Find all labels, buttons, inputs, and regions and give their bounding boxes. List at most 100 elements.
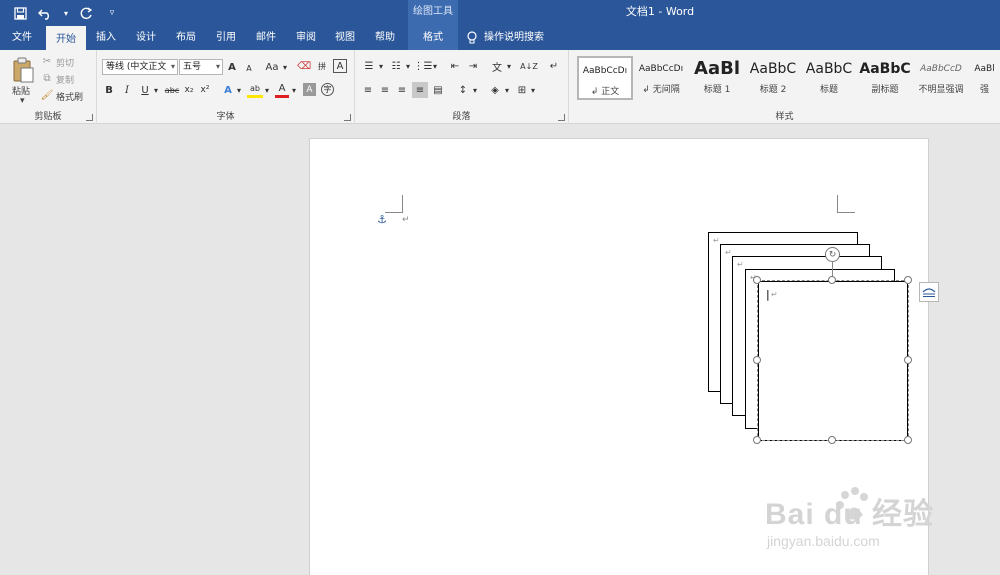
clear-formatting-icon[interactable]: ⌫ — [297, 59, 311, 73]
tab-file[interactable]: 文件 — [0, 26, 44, 50]
align-center-icon[interactable]: ≡ — [378, 83, 392, 97]
style-normal[interactable]: AaBbCcDı ↲ 正文 — [577, 56, 633, 100]
save-icon[interactable] — [10, 3, 30, 23]
numbering-dropdown-icon[interactable]: ▾ — [404, 59, 412, 73]
tab-format[interactable]: 格式 — [408, 26, 458, 50]
change-case-dropdown-icon[interactable]: ▾ — [281, 60, 289, 74]
text-effects-icon[interactable]: A — [221, 82, 235, 98]
style-subtitle-preview: AaBbC — [859, 61, 911, 77]
resize-handle-bottom-left[interactable] — [753, 436, 761, 444]
copy-icon[interactable]: ⧉ — [40, 72, 54, 84]
font-launcher-icon[interactable] — [344, 114, 351, 121]
align-left-icon[interactable]: ≡ — [361, 83, 375, 97]
grow-font-icon[interactable]: A — [225, 60, 239, 74]
undo-icon[interactable] — [36, 3, 56, 23]
document-title: 文档1 - Word — [625, 5, 695, 18]
bullets-icon[interactable]: ☰ — [361, 59, 377, 73]
tab-mailings[interactable]: 邮件 — [248, 26, 284, 50]
shading-dropdown-icon[interactable]: ▾ — [503, 83, 511, 97]
enclose-characters-icon[interactable]: 字 — [321, 83, 334, 96]
cut-icon[interactable]: ✂ — [40, 55, 54, 67]
increase-indent-icon[interactable]: ⇥ — [465, 59, 481, 73]
cut-label[interactable]: 剪切 — [56, 56, 74, 69]
borders-icon[interactable]: ⊞ — [515, 83, 529, 97]
tab-view[interactable]: 视图 — [327, 26, 363, 50]
show-formatting-icon[interactable]: ↵ — [547, 59, 561, 73]
tab-review[interactable]: 审阅 — [288, 26, 324, 50]
format-painter-label[interactable]: 格式刷 — [56, 90, 83, 103]
font-name-combo[interactable]: 等线 (中文正文 ▾ — [102, 59, 178, 75]
paragraph-launcher-icon[interactable] — [558, 114, 565, 121]
customize-qat-icon[interactable]: ▿ — [102, 3, 122, 23]
format-painter-icon[interactable]: 🖌 — [40, 89, 54, 101]
copy-label[interactable]: 复制 — [56, 73, 74, 86]
underline-button[interactable]: U — [139, 83, 151, 97]
font-color-icon[interactable]: A — [275, 82, 289, 98]
style-no-spacing[interactable]: AaBbCcDı ↲ 无间隔 — [633, 56, 689, 100]
text-effects-dropdown-icon[interactable]: ▾ — [235, 83, 243, 97]
shrink-font-icon[interactable]: A — [243, 62, 255, 74]
bullets-dropdown-icon[interactable]: ▾ — [377, 59, 385, 73]
superscript-button[interactable]: x² — [199, 83, 211, 97]
resize-handle-right[interactable] — [904, 356, 912, 364]
bold-button[interactable]: B — [103, 83, 115, 97]
multilevel-dropdown-icon[interactable]: ▾ — [431, 59, 439, 73]
style-heading-2[interactable]: AaBbC 标题 2 — [745, 56, 801, 100]
distributed-icon[interactable]: ▤ — [431, 83, 445, 97]
justify-icon[interactable]: ≡ — [412, 82, 428, 98]
character-border-icon[interactable]: A — [333, 59, 347, 73]
resize-handle-top-right[interactable] — [904, 276, 912, 284]
resize-handle-bottom[interactable] — [828, 436, 836, 444]
multilevel-list-icon[interactable]: ⋮☰ — [414, 59, 433, 73]
style-subtitle[interactable]: AaBbC 副标题 — [857, 56, 913, 100]
tab-help[interactable]: 帮助 — [367, 26, 403, 50]
undo-dropdown-icon[interactable]: ▾ — [62, 3, 70, 23]
subscript-button[interactable]: x₂ — [183, 83, 195, 97]
change-case-icon[interactable]: Aa — [263, 60, 281, 74]
align-right-icon[interactable]: ≡ — [395, 83, 409, 97]
line-spacing-dropdown-icon[interactable]: ▾ — [471, 83, 479, 97]
character-shading-icon[interactable]: A — [303, 83, 316, 96]
font-color-dropdown-icon[interactable]: ▾ — [290, 83, 298, 97]
phonetic-guide-icon[interactable]: 拼 — [315, 58, 329, 74]
tab-insert[interactable]: 插入 — [88, 26, 124, 50]
chinese-layout-icon[interactable]: 文 — [489, 59, 505, 74]
lightbulb-icon — [467, 31, 477, 44]
tab-references[interactable]: 引用 — [208, 26, 244, 50]
redo-icon[interactable] — [76, 3, 96, 23]
style-heading-2-preview: AaBbC — [749, 61, 797, 77]
font-size-combo[interactable]: 五号 ▾ — [179, 59, 223, 75]
paragraph-group-label: 段落 — [452, 112, 471, 122]
sort-icon[interactable]: A↓Z — [520, 59, 538, 73]
resize-handle-top-left[interactable] — [753, 276, 761, 284]
layout-options-icon[interactable] — [919, 282, 939, 302]
strikethrough-button[interactable]: abc — [163, 83, 181, 97]
tab-layout[interactable]: 布局 — [168, 26, 204, 50]
paste-icon[interactable] — [8, 56, 38, 84]
shading-icon[interactable]: ◈ — [487, 83, 503, 97]
numbering-icon[interactable]: ☷ — [388, 59, 404, 73]
style-heading-1[interactable]: AaBl 标题 1 — [689, 56, 745, 100]
tab-home[interactable]: 开始 — [46, 26, 86, 50]
clipboard-launcher-icon[interactable] — [86, 114, 93, 121]
borders-dropdown-icon[interactable]: ▾ — [529, 83, 537, 97]
resize-handle-left[interactable] — [753, 356, 761, 364]
paste-dropdown-icon[interactable]: ▾ — [20, 96, 25, 106]
italic-button[interactable]: I — [121, 83, 133, 97]
style-strong[interactable]: AaBl 强 — [969, 56, 1000, 100]
tab-design[interactable]: 设计 — [128, 26, 164, 50]
highlight-color-icon[interactable]: ab — [247, 82, 263, 98]
tell-me-search[interactable]: 操作说明搜索 — [466, 26, 544, 50]
chinese-layout-dropdown-icon[interactable]: ▾ — [505, 59, 513, 73]
resize-handle-bottom-right[interactable] — [904, 436, 912, 444]
decrease-indent-icon[interactable]: ⇤ — [447, 59, 463, 73]
line-spacing-icon[interactable]: ↕ — [455, 83, 471, 97]
rotate-handle-icon[interactable]: ↻ — [825, 247, 840, 262]
ribbon-tab-row: 文件 开始 插入 设计 布局 引用 邮件 审阅 视图 帮助 格式 操作说明搜索 — [0, 26, 1000, 50]
style-subtle-emphasis[interactable]: AaBbCcD 不明显强调 — [913, 56, 969, 100]
highlight-dropdown-icon[interactable]: ▾ — [263, 83, 271, 97]
style-title[interactable]: AaBbC 标题 — [801, 56, 857, 100]
underline-dropdown-icon[interactable]: ▾ — [152, 83, 160, 97]
shape-1-paragraph-mark: ↵ — [713, 236, 720, 245]
resize-handle-top[interactable] — [828, 276, 836, 284]
